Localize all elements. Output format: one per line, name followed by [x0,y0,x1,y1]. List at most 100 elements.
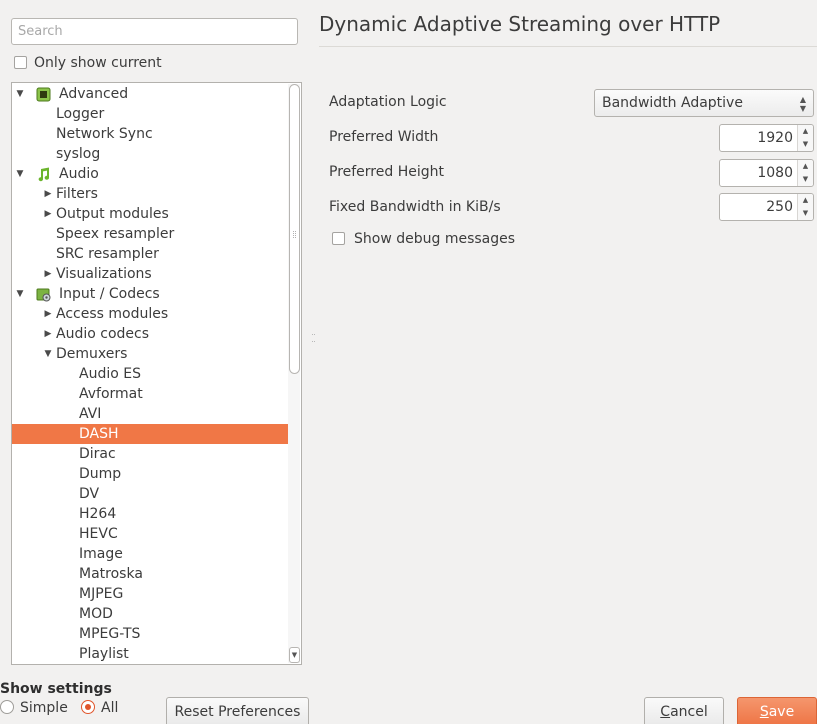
save-button-label: Save [759,704,795,720]
adaptation-logic-label: Adaptation Logic [329,94,447,110]
tree-item-label: syslog [56,146,101,162]
expand-arrow-icon[interactable]: ▼ [14,284,26,304]
collapse-arrow-icon[interactable]: ▶ [42,184,54,204]
tree-item-label: Dirac [79,446,116,462]
only-show-current-checkbox[interactable] [14,56,27,69]
tree-item-src-resampler[interactable]: SRC resampler [12,244,288,264]
cancel-button[interactable]: Cancel [644,697,724,724]
tree-item-label: AVI [79,406,102,422]
preferred-width-spinbox[interactable]: 1920 ▲ ▼ [719,124,814,152]
simple-radio[interactable] [0,700,14,714]
spin-down-icon[interactable]: ▼ [798,207,813,220]
show-debug-option[interactable]: Show debug messages [332,231,515,247]
tree-item-avformat[interactable]: Avformat [12,384,288,404]
tree-item-output-modules[interactable]: ▶ Output modules [12,204,288,224]
spin-up-icon[interactable]: ▲ [798,194,813,207]
scrollbar-thumb[interactable] [289,84,300,374]
preferred-height-spinbox[interactable]: 1080 ▲ ▼ [719,159,814,187]
tree-item-image[interactable]: Image [12,544,288,564]
tree-item-logger[interactable]: Logger [12,104,288,124]
scroll-down-icon[interactable]: ▼ [289,647,300,663]
tree-item-label: Visualizations [56,266,152,282]
collapse-arrow-icon[interactable]: ▶ [42,324,54,344]
search-input[interactable] [11,18,298,45]
tree-item-label: DV [79,486,100,502]
tree-item-speex-resampler[interactable]: Speex resampler [12,224,288,244]
tree-item-mod[interactable]: MOD [12,604,288,624]
spin-up-icon[interactable]: ▲ [798,160,813,173]
tree-item-matroska[interactable]: Matroska [12,564,288,584]
tree-item-dash[interactable]: DASH [12,424,288,444]
tree-item-avi[interactable]: AVI [12,404,288,424]
tree-item-dirac[interactable]: Dirac [12,444,288,464]
tree-item-label: SRC resampler [56,246,159,262]
chip-icon [36,87,51,102]
tree-item-playlist[interactable]: Playlist [12,644,288,664]
title-divider [319,46,817,47]
tree-item-demuxers[interactable]: ▼ Demuxers [12,344,288,364]
only-show-current-option[interactable]: Only show current [14,55,162,71]
tree-item-input-codecs[interactable]: ▼ Input / Codecs [12,284,288,304]
tree-item-label: HEVC [79,526,118,542]
all-radio[interactable] [81,700,95,714]
all-radio-option[interactable]: All [81,700,118,716]
expand-arrow-icon[interactable]: ▼ [14,164,26,184]
spin-up-icon[interactable]: ▲ [798,125,813,138]
expand-arrow-icon[interactable]: ▼ [14,84,26,104]
tree-item-audio-codecs[interactable]: ▶ Audio codecs [12,324,288,344]
tree-item-h264[interactable]: H264 [12,504,288,524]
collapse-arrow-icon[interactable]: ▶ [42,264,54,284]
save-button[interactable]: Save [737,697,817,724]
adaptation-logic-select[interactable]: Bandwidth Adaptive ▲ ▼ [594,89,814,117]
tree-item-label: Avformat [79,386,143,402]
preferred-height-value: 1080 [757,165,793,181]
tree-item-label: Logger [56,106,105,122]
music-note-icon [36,167,51,182]
all-radio-label: All [101,700,119,716]
tree-item-advanced[interactable]: ▼ Advanced [12,84,288,104]
preferences-window: Only show current ▼ Advanced Logger Network… [0,0,817,724]
adaptation-logic-value: Bandwidth Adaptive [602,95,743,111]
tree-item-label: Demuxers [56,346,128,362]
updown-arrows-icon: ▲ ▼ [799,95,806,113]
spin-down-icon[interactable]: ▼ [798,138,813,151]
splitter-handle[interactable] [312,334,315,342]
tree-item-dump[interactable]: Dump [12,464,288,484]
spin-buttons[interactable]: ▲ ▼ [797,125,813,151]
collapse-arrow-icon[interactable]: ▶ [42,304,54,324]
tree-item-network-sync[interactable]: Network Sync [12,124,288,144]
tree-item-audio-es[interactable]: Audio ES [12,364,288,384]
tree-item-label: MPEG-TS [79,626,141,642]
tree-item-label: Image [79,546,123,562]
show-debug-label: Show debug messages [354,231,516,247]
tree-item-dv[interactable]: DV [12,484,288,504]
reset-preferences-button[interactable]: Reset Preferences [166,697,309,724]
fixed-bandwidth-spinbox[interactable]: 250 ▲ ▼ [719,193,814,221]
tree-item-mjpeg[interactable]: MJPEG [12,584,288,604]
preferences-tree[interactable]: ▼ Advanced Logger Network Sync syslog ▼ Audio ▶… [11,82,302,665]
tree-item-visualizations[interactable]: ▶ Visualizations [12,264,288,284]
cancel-button-label: Cancel [660,704,708,720]
codec-icon [36,287,51,302]
tree-item-access-modules[interactable]: ▶ Access modules [12,304,288,324]
collapse-arrow-icon[interactable]: ▶ [42,204,54,224]
preferred-width-value: 1920 [757,130,793,146]
tree-item-syslog[interactable]: syslog [12,144,288,164]
tree-item-hevc[interactable]: HEVC [12,524,288,544]
tree-item-label: Dump [79,466,122,482]
only-show-current-label: Only show current [34,55,162,71]
spin-down-icon[interactable]: ▼ [798,173,813,186]
tree-item-filters[interactable]: ▶ Filters [12,184,288,204]
tree-item-label: Matroska [79,566,143,582]
tree-item-label: Speex resampler [56,226,175,242]
spin-buttons[interactable]: ▲ ▼ [797,160,813,186]
tree-item-mpeg-ts[interactable]: MPEG-TS [12,624,288,644]
fixed-bandwidth-label: Fixed Bandwidth in KiB/s [329,199,501,215]
spin-buttons[interactable]: ▲ ▼ [797,194,813,220]
tree-scrollbar[interactable]: ▼ [288,84,300,663]
simple-radio-option[interactable]: Simple [0,700,68,716]
expand-arrow-icon[interactable]: ▼ [42,344,54,364]
tree-item-label: Output modules [56,206,169,222]
tree-item-audio[interactable]: ▼ Audio [12,164,288,184]
show-debug-checkbox[interactable] [332,232,345,245]
